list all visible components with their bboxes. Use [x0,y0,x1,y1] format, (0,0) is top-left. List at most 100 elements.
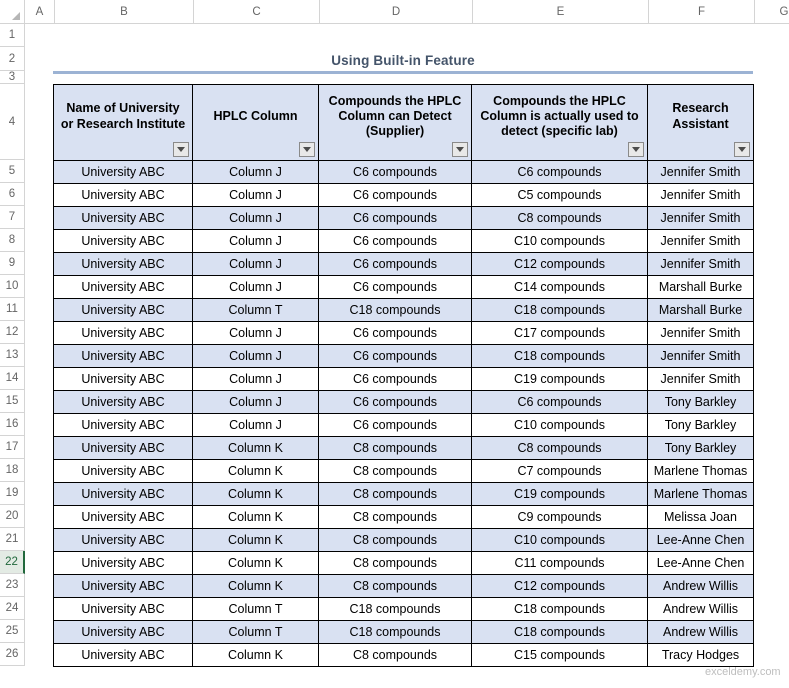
row-header-11[interactable]: 11 [0,298,25,321]
row-header-20[interactable]: 20 [0,505,25,528]
cell-university[interactable]: University ABC [53,252,193,276]
cell-hplc-column[interactable]: Column K [192,551,319,575]
filter-dropdown-icon-actual-detect[interactable] [628,142,644,157]
column-header-actual-detect[interactable]: Compounds the HPLC Column is actually us… [471,84,648,161]
row-header-1[interactable]: 1 [0,24,25,47]
cell-supplier-detect[interactable]: C8 compounds [318,459,472,483]
table-row[interactable]: University ABC Column T C18 compounds C18 c… [53,298,754,322]
cell-university[interactable]: University ABC [53,505,193,529]
cell-university[interactable]: University ABC [53,160,193,184]
cell-supplier-detect[interactable]: C6 compounds [318,206,472,230]
cell-supplier-detect[interactable]: C8 compounds [318,436,472,460]
cell-university[interactable]: University ABC [53,482,193,506]
table-row[interactable]: University ABC Column K C8 compounds C19 co… [53,482,754,506]
row-header-26[interactable]: 26 [0,643,25,666]
cell-research-assistant[interactable]: Lee-Anne Chen [647,528,754,552]
cell-university[interactable]: University ABC [53,206,193,230]
cell-research-assistant[interactable]: Andrew Willis [647,620,754,644]
cell-actual-detect[interactable]: C19 compounds [471,367,648,391]
cell-university[interactable]: University ABC [53,390,193,414]
table-row[interactable]: University ABC Column K C8 compounds C15 co… [53,643,754,667]
table-row[interactable]: University ABC Column K C8 compounds C9 com… [53,505,754,529]
cell-university[interactable]: University ABC [53,643,193,667]
cell-supplier-detect[interactable]: C6 compounds [318,229,472,253]
column-header-c[interactable]: C [194,0,320,23]
cell-hplc-column[interactable]: Column K [192,459,319,483]
column-header-research-assistant[interactable]: Research Assistant [647,84,754,161]
row-header-14[interactable]: 14 [0,367,25,390]
cell-supplier-detect[interactable]: C6 compounds [318,275,472,299]
row-header-9[interactable]: 9 [0,252,25,275]
cell-hplc-column[interactable]: Column J [192,413,319,437]
cell-actual-detect[interactable]: C15 compounds [471,643,648,667]
cell-supplier-detect[interactable]: C6 compounds [318,413,472,437]
table-row[interactable]: University ABC Column K C8 compounds C12 co… [53,574,754,598]
cell-supplier-detect[interactable]: C6 compounds [318,321,472,345]
table-row[interactable]: University ABC Column J C6 compounds C6 com… [53,160,754,184]
cell-actual-detect[interactable]: C7 compounds [471,459,648,483]
table-row[interactable]: University ABC Column J C6 compounds C19 co… [53,367,754,391]
row-header-13[interactable]: 13 [0,344,25,367]
cell-research-assistant[interactable]: Marlene Thomas [647,459,754,483]
cell-research-assistant[interactable]: Tony Barkley [647,436,754,460]
cell-research-assistant[interactable]: Jennifer Smith [647,229,754,253]
cell-actual-detect[interactable]: C8 compounds [471,206,648,230]
cell-research-assistant[interactable]: Jennifer Smith [647,344,754,368]
row-header-23[interactable]: 23 [0,574,25,597]
cell-hplc-column[interactable]: Column J [192,367,319,391]
cell-university[interactable]: University ABC [53,436,193,460]
cell-hplc-column[interactable]: Column J [192,160,319,184]
cell-hplc-column[interactable]: Column J [192,206,319,230]
cell-hplc-column[interactable]: Column J [192,344,319,368]
cell-research-assistant[interactable]: Jennifer Smith [647,321,754,345]
row-header-18[interactable]: 18 [0,459,25,482]
row-header-17[interactable]: 17 [0,436,25,459]
table-row[interactable]: University ABC Column K C8 compounds C10 co… [53,528,754,552]
cell-hplc-column[interactable]: Column K [192,528,319,552]
cell-supplier-detect[interactable]: C8 compounds [318,551,472,575]
cell-actual-detect[interactable]: C12 compounds [471,574,648,598]
cell-supplier-detect[interactable]: C8 compounds [318,528,472,552]
select-all-button[interactable] [0,0,25,23]
cell-research-assistant[interactable]: Lee-Anne Chen [647,551,754,575]
cell-hplc-column[interactable]: Column J [192,252,319,276]
cell-supplier-detect[interactable]: C18 compounds [318,298,472,322]
row-header-7[interactable]: 7 [0,206,25,229]
column-header-f[interactable]: F [649,0,755,23]
cell-actual-detect[interactable]: C12 compounds [471,252,648,276]
cell-supplier-detect[interactable]: C8 compounds [318,482,472,506]
cell-research-assistant[interactable]: Tony Barkley [647,390,754,414]
cell-actual-detect[interactable]: C18 compounds [471,597,648,621]
cell-research-assistant[interactable]: Jennifer Smith [647,367,754,391]
row-header-6[interactable]: 6 [0,183,25,206]
cell-actual-detect[interactable]: C11 compounds [471,551,648,575]
cell-research-assistant[interactable]: Tony Barkley [647,413,754,437]
table-row[interactable]: University ABC Column T C18 compounds C18 c… [53,620,754,644]
cell-university[interactable]: University ABC [53,298,193,322]
table-row[interactable]: University ABC Column J C6 compounds C6 com… [53,390,754,414]
row-header-16[interactable]: 16 [0,413,25,436]
cell-research-assistant[interactable]: Marshall Burke [647,275,754,299]
cell-supplier-detect[interactable]: C6 compounds [318,367,472,391]
cell-university[interactable]: University ABC [53,275,193,299]
table-row[interactable]: University ABC Column J C6 compounds C10 co… [53,413,754,437]
cell-actual-detect[interactable]: C18 compounds [471,620,648,644]
cell-university[interactable]: University ABC [53,367,193,391]
cell-hplc-column[interactable]: Column K [192,643,319,667]
cell-hplc-column[interactable]: Column K [192,436,319,460]
cell-research-assistant[interactable]: Marlene Thomas [647,482,754,506]
cell-hplc-column[interactable]: Column J [192,275,319,299]
column-header-b[interactable]: B [55,0,194,23]
cell-actual-detect[interactable]: C10 compounds [471,528,648,552]
cell-actual-detect[interactable]: C6 compounds [471,390,648,414]
cell-research-assistant[interactable]: Jennifer Smith [647,206,754,230]
cell-research-assistant[interactable]: Tracy Hodges [647,643,754,667]
cell-actual-detect[interactable]: C18 compounds [471,298,648,322]
cell-supplier-detect[interactable]: C6 compounds [318,390,472,414]
cell-actual-detect[interactable]: C5 compounds [471,183,648,207]
cell-supplier-detect[interactable]: C6 compounds [318,344,472,368]
row-header-5[interactable]: 5 [0,160,25,183]
cell-hplc-column[interactable]: Column J [192,390,319,414]
row-header-8[interactable]: 8 [0,229,25,252]
cell-university[interactable]: University ABC [53,528,193,552]
